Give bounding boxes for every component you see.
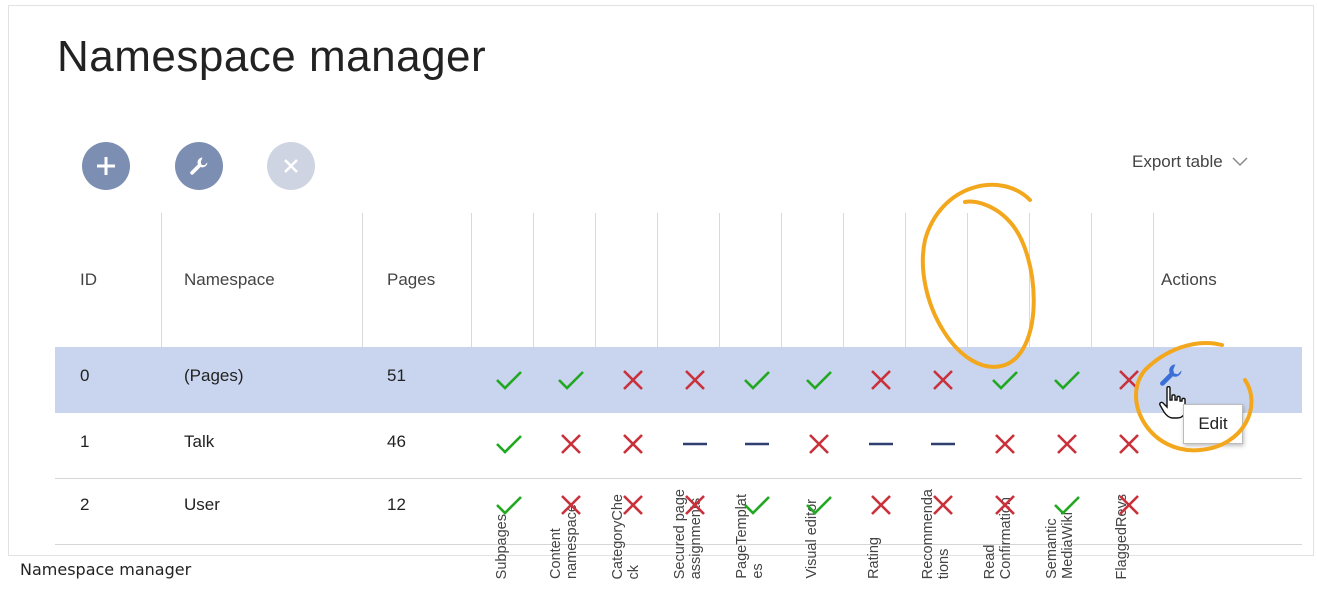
row-namespace: (Pages) xyxy=(184,366,244,385)
cross-icon xyxy=(809,434,829,454)
export-table-label: Export table xyxy=(1132,152,1223,171)
column-divider xyxy=(967,213,968,347)
cross-icon xyxy=(1119,495,1139,515)
cross-icon xyxy=(1119,434,1139,454)
page-title: Namespace manager xyxy=(57,32,487,81)
cross-icon xyxy=(623,495,643,515)
wrench-icon xyxy=(190,157,208,175)
column-header-feature[interactable]: Semantic MediaWiki xyxy=(1044,512,1076,579)
row-id: 2 xyxy=(80,495,90,514)
column-divider xyxy=(161,213,162,347)
check-icon xyxy=(806,496,832,515)
column-divider xyxy=(1091,213,1092,347)
cross-icon xyxy=(685,370,705,390)
column-divider xyxy=(843,213,844,347)
column-header-actions: Actions xyxy=(1161,270,1217,289)
column-header-pages[interactable]: Pages xyxy=(387,270,435,290)
row-namespace: User xyxy=(184,495,220,514)
column-divider xyxy=(362,213,363,347)
column-divider xyxy=(781,213,782,347)
column-divider xyxy=(533,213,534,347)
column-divider xyxy=(719,213,720,347)
dash-icon xyxy=(745,442,769,446)
cross-icon xyxy=(561,495,581,515)
image-caption: Namespace manager xyxy=(20,560,192,579)
cross-icon xyxy=(995,434,1015,454)
column-header-feature[interactable]: Subpages xyxy=(494,514,510,579)
export-table-dropdown[interactable]: Export table xyxy=(1132,152,1248,172)
column-divider xyxy=(657,213,658,347)
check-icon xyxy=(1054,496,1080,515)
cross-icon xyxy=(685,495,705,515)
cross-icon xyxy=(995,495,1015,515)
column-divider xyxy=(1153,213,1154,347)
row-pages: 46 xyxy=(387,432,406,451)
delete-namespace-button[interactable] xyxy=(267,142,315,190)
edit-namespace-button[interactable] xyxy=(175,142,223,190)
check-icon xyxy=(496,496,522,515)
check-icon xyxy=(558,371,584,390)
wrench-icon xyxy=(1160,364,1182,386)
row-pages: 51 xyxy=(387,366,406,385)
chevron-down-icon xyxy=(1232,157,1248,167)
dash-icon xyxy=(869,442,893,446)
check-icon xyxy=(744,371,770,390)
column-header-id[interactable]: ID xyxy=(80,270,97,290)
column-divider xyxy=(1029,213,1030,347)
cross-icon xyxy=(933,495,953,515)
column-header-namespace[interactable]: Namespace xyxy=(184,270,275,290)
column-divider xyxy=(595,213,596,347)
column-divider xyxy=(905,213,906,347)
cross-icon xyxy=(871,370,891,390)
cross-icon xyxy=(871,495,891,515)
cross-icon xyxy=(561,434,581,454)
check-icon xyxy=(992,371,1018,390)
x-icon xyxy=(284,159,298,173)
row-id: 1 xyxy=(80,432,90,451)
check-icon xyxy=(496,435,522,454)
row-pages: 12 xyxy=(387,495,406,514)
cross-icon xyxy=(933,370,953,390)
row-id: 0 xyxy=(80,366,90,385)
column-divider xyxy=(471,213,472,347)
edit-tooltip: Edit xyxy=(1183,404,1243,444)
cross-icon xyxy=(623,370,643,390)
check-icon xyxy=(496,371,522,390)
cross-icon xyxy=(1057,434,1077,454)
check-icon xyxy=(806,371,832,390)
plus-icon xyxy=(97,157,115,175)
dash-icon xyxy=(683,442,707,446)
check-icon xyxy=(744,496,770,515)
row-namespace: Talk xyxy=(184,432,215,451)
row-edit-button[interactable] xyxy=(1156,360,1186,395)
dash-icon xyxy=(931,442,955,446)
column-header-feature[interactable]: Rating xyxy=(866,537,882,579)
cross-icon xyxy=(1119,370,1139,390)
check-icon xyxy=(1054,371,1080,390)
cross-icon xyxy=(623,434,643,454)
add-namespace-button[interactable] xyxy=(82,142,130,190)
